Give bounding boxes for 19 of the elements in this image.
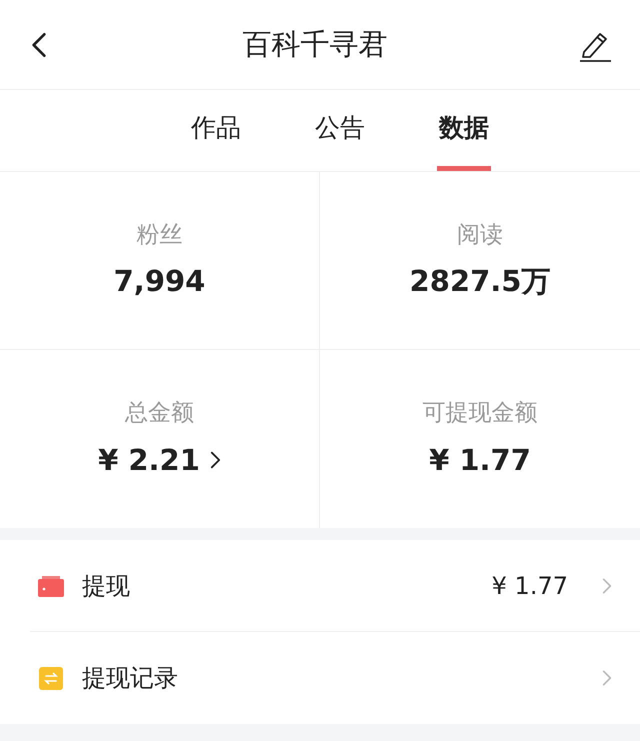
menu-item[interactable]: 提现 ¥ 1.77	[30, 540, 640, 632]
stat-value: 2827.5万	[410, 263, 550, 300]
stat-label: 可提现金额	[422, 399, 538, 428]
stat-value: ¥ 1.77	[429, 442, 531, 478]
stat-label: 总金额	[125, 399, 194, 428]
tab[interactable]: 公告	[313, 90, 367, 171]
stat-value: 7,994	[114, 263, 206, 300]
menu-item[interactable]: 提现记录	[30, 632, 640, 724]
stat-value: ¥ 2.21	[98, 442, 200, 478]
chevron-icon	[602, 669, 612, 687]
page-title: 百科千寻君	[242, 26, 388, 63]
menu-label: 提现	[82, 570, 131, 602]
stat-label: 阅读	[457, 220, 503, 250]
chevron-icon	[602, 576, 612, 594]
menu-label: 提现记录	[82, 663, 179, 694]
tab[interactable]: 作品	[189, 90, 243, 171]
stat-label: 粉丝	[136, 220, 182, 250]
chevron-icon	[210, 450, 221, 470]
menu-value: ¥ 1.77	[492, 570, 568, 602]
